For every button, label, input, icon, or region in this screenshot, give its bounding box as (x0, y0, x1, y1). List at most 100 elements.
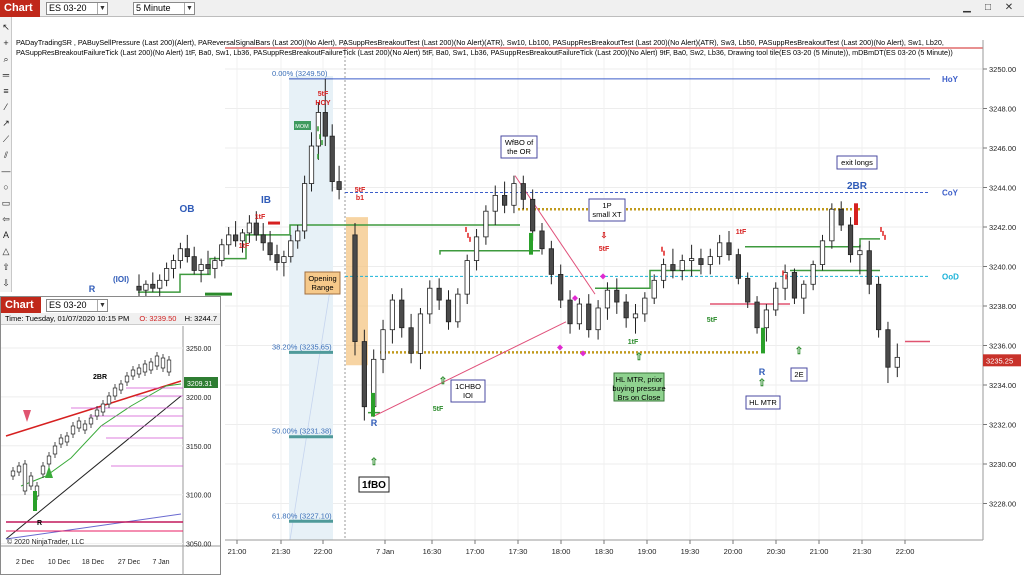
x-tick-label: 21:30 (853, 547, 872, 556)
chevron-down-icon[interactable]: ▼ (184, 3, 194, 14)
candle-body (642, 297, 648, 315)
level-lines: 0.00% (3249.50) 38.20% (3235.65) 50.00% (3… (138, 69, 959, 523)
candle-body (150, 283, 156, 289)
buy-arrow-icon: ⇧ (370, 457, 378, 468)
y-tick-label: 3242.00 (989, 223, 1016, 232)
exit-longs-text: exit longs (841, 158, 873, 167)
mini-candle-body (52, 445, 58, 455)
interval-selector[interactable]: 5 Minute ▼ (133, 2, 195, 15)
candle-body (473, 236, 480, 261)
candle-body (866, 250, 872, 285)
mini-y-tick: 3200.00 (186, 395, 211, 402)
candle-body (380, 329, 386, 360)
candle-body (267, 242, 273, 256)
buy-arrow-icon: ⇧ (758, 378, 766, 389)
hlmtr-note-text: HL MTR, prior (616, 375, 663, 384)
e2-text: 2E (794, 370, 803, 379)
mom-label: MOM (295, 124, 309, 130)
wfbo-text: the OR (507, 147, 531, 156)
x-tick-label: 19:00 (638, 547, 657, 556)
candle-body (281, 256, 287, 263)
candle-body (819, 240, 826, 265)
mini-instrument-value: ES 03-20 (49, 300, 87, 310)
candle-body (539, 230, 545, 250)
mini-chart-tab[interactable]: Chart (1, 297, 41, 313)
x-tick-label: 21:00 (810, 547, 829, 556)
mini-candle-body (154, 355, 160, 367)
candle-body (745, 277, 751, 303)
sell-arrow-icon: ⇩ (601, 231, 608, 240)
mini-2br-label: 2BR (93, 374, 107, 381)
candle-body (198, 264, 204, 271)
candle-body (847, 224, 854, 256)
candle-body (136, 285, 142, 291)
candle-body (735, 254, 741, 279)
ob-label: OB (180, 204, 195, 215)
candle-body (670, 264, 676, 271)
candle-body (226, 234, 232, 246)
mini-candle-body (22, 463, 28, 492)
candle-body (399, 299, 405, 329)
candle-body (876, 283, 882, 331)
candle-body (219, 244, 225, 261)
x-tick-label: 17:00 (466, 547, 485, 556)
candle-body (184, 248, 190, 258)
candle-body (801, 283, 807, 299)
mini-candle-body (28, 475, 34, 487)
candle-body (885, 329, 891, 368)
mini-data-header: Time: Tuesday, 01/07/2020 10:15 PM O: 32… (1, 313, 220, 325)
candle-body (689, 258, 695, 261)
indicator-line-1: PADayTradingSR , PABuySellPressure (Last… (16, 38, 944, 47)
mini-copyright: © 2020 NinjaTrader, LLC (7, 538, 84, 546)
candle-body (773, 287, 779, 311)
minimize-icon[interactable]: ▁ (960, 1, 974, 15)
mini-y-tick: 3250.00 (186, 346, 211, 353)
candle-body (857, 250, 863, 256)
maximize-icon[interactable]: □ (981, 1, 995, 15)
candle-body (274, 254, 280, 263)
mini-y-tick: 3050.00 (186, 542, 211, 549)
candle-body (301, 183, 308, 232)
candle-body (530, 198, 536, 232)
x-tick-label: 22:00 (896, 547, 915, 556)
mini-candle-body (88, 417, 94, 425)
y-tick-label: 3230.00 (989, 460, 1016, 469)
candle-body (679, 260, 685, 271)
candle-body (520, 183, 526, 200)
fib-level-label: 38.20% (3235.65) (272, 342, 332, 351)
candle-body (212, 260, 218, 269)
chevron-down-icon[interactable]: ▼ (97, 300, 107, 311)
candle-body (389, 299, 396, 331)
candle-body (576, 303, 583, 325)
instrument-value: ES 03-20 (49, 3, 87, 13)
tag-5tf: 5tF (318, 91, 329, 98)
candle-body (558, 273, 564, 301)
y-tick-label: 3250.00 (989, 65, 1016, 74)
mini-instrument-selector[interactable]: ES 03-20 ▼ (46, 299, 108, 312)
instrument-selector[interactable]: ES 03-20 ▼ (46, 2, 108, 15)
fib-level-label: 50.00% (3231.38) (272, 427, 332, 436)
y-tick-label: 3236.00 (989, 342, 1016, 351)
candle-body (232, 234, 239, 242)
ib-label: IB (261, 195, 271, 206)
candle-body (329, 135, 335, 182)
mini-r-label: R (37, 520, 42, 527)
mini-candle-body (64, 435, 70, 443)
chevron-down-icon[interactable]: ▼ (97, 3, 107, 14)
mini-candle-body (70, 425, 76, 435)
chart-tab[interactable]: Chart (0, 0, 40, 17)
candle-body (436, 287, 442, 301)
mini-chart-panel[interactable]: Chart ES 03-20 ▼ Time: Tuesday, 01/07/20… (0, 296, 221, 575)
chbo-text: 1CHBO (455, 382, 481, 391)
mini-candle-body (166, 359, 172, 373)
close-icon[interactable]: ✕ (1002, 1, 1016, 15)
mini-y-tick: 3100.00 (186, 493, 211, 500)
signal-bar-green (371, 392, 375, 417)
hlmtr-note-text: buying pressure (612, 384, 665, 393)
mini-price-chart[interactable]: 3250.00 3200.00 3150.00 3100.00 3050.00 2 Dec… (1, 326, 220, 575)
mini-candle-body (136, 367, 142, 375)
candle-body (455, 293, 461, 323)
mini-candle-body (130, 369, 136, 377)
title-bar: Chart ES 03-20 ▼ 5 Minute ▼ ▁ □ ✕ (0, 0, 1024, 17)
fib-level-label: 0.00% (3249.50) (272, 69, 328, 78)
